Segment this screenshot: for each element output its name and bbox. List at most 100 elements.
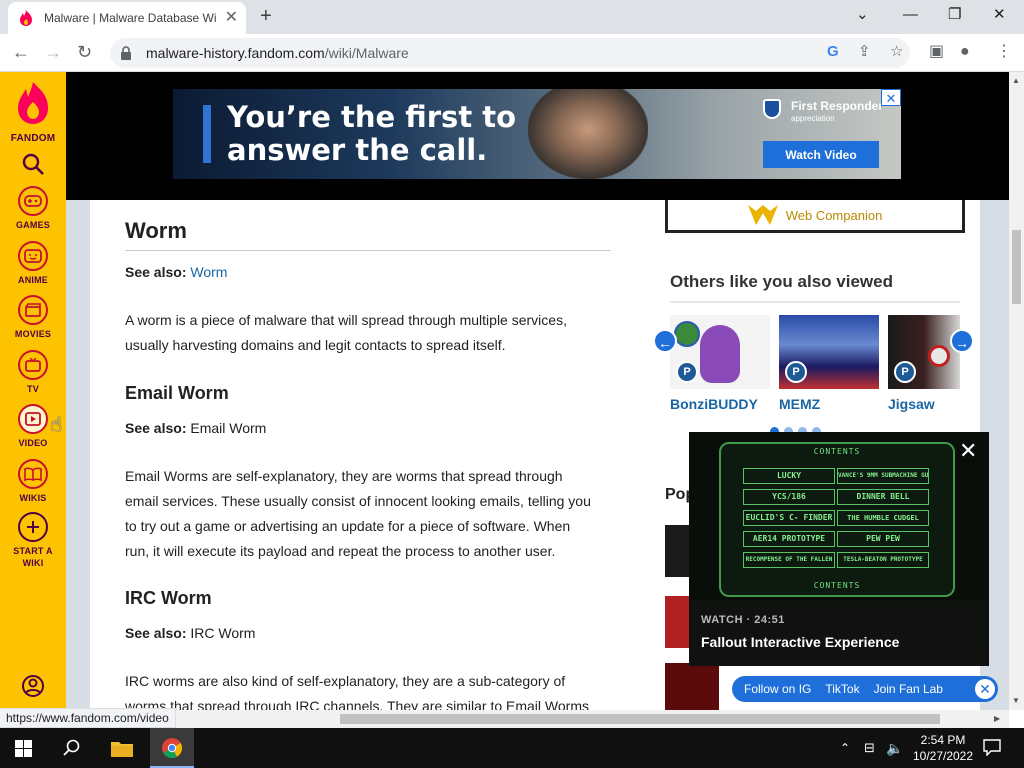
sidebar-item-tv[interactable]: TV [0,350,66,394]
gamepad-icon [18,186,48,216]
windows-start-icon[interactable] [15,740,32,757]
network-icon[interactable]: ⊟ [864,738,875,758]
watch-video-button[interactable]: Watch Video [763,141,879,168]
sidebar-item-movies[interactable]: MOVIES [0,295,66,339]
restore-icon[interactable]: ❐ [948,6,961,24]
worm-link[interactable]: Worm [190,264,227,280]
tab-close-icon[interactable]: ✕ [225,10,238,26]
sidebar-item-wikis[interactable]: WIKIS [0,459,66,503]
video-watch-duration: WATCH · 24:51 [701,614,785,626]
sidebar-item-label: VIDEO [18,438,48,448]
tiktok-link[interactable]: TikTok [825,682,859,696]
vertical-scroll-thumb[interactable] [1012,230,1021,304]
chrome-menu-icon[interactable]: ⋮ [996,42,1012,62]
fan-lab-link[interactable]: Join Fan Lab [874,682,943,696]
sidebar-search[interactable] [0,152,66,181]
card-bonzibuddy[interactable]: P BonziBUDDY [670,315,770,412]
google-lens-icon[interactable]: G [827,43,839,61]
sidebar-start-a-wiki[interactable]: START A WIKI [0,512,66,569]
url-text: malware-history.fandom.com/wiki/Malware [146,45,409,61]
email-para-line: run, it will execute its payload and rep… [125,543,556,559]
new-tab-icon[interactable]: + [260,6,272,26]
forward-icon[interactable]: → [44,42,62,62]
video-menu-item: AER14 PROTOTYPE [743,531,835,547]
status-url-bubble: https://www.fandom.com/video [0,708,176,728]
video-menu-item: THE HUMBLE CUDGEL [837,510,929,526]
tab-search-chevron-icon[interactable]: ⌄ [856,6,869,24]
irc-paragraph: IRC worms are also kind of self-explanat… [125,669,615,710]
scroll-up-icon[interactable]: ▲ [1012,76,1020,85]
video-title[interactable]: Fallout Interactive Experience [701,634,899,650]
sidebar-item-anime[interactable]: ANIME [0,241,66,285]
sidebar-item-games[interactable]: GAMES [0,186,66,230]
sidebar-user[interactable] [0,674,66,703]
wiki-badge-icon: P [894,361,916,383]
tray-chevron-icon[interactable]: ⌃ [840,738,850,758]
memz-thumbnail: P [779,315,879,389]
email-see-also: See also: Email Worm [125,416,615,441]
social-follow-bar: Follow on IG TikTok Join Fan Lab ✕ [732,676,998,702]
fandom-heart-logo-icon [18,82,48,124]
vertical-scrollbar[interactable]: ▲ ▼ [1009,72,1024,710]
scroll-right-icon[interactable]: ▶ [994,714,1000,723]
system-clock[interactable]: 2:54 PM 10/27/2022 [908,732,978,764]
taskbar-search-icon[interactable] [63,739,81,757]
profile-icon[interactable]: ● [960,42,970,62]
lock-icon [121,46,131,60]
url-host: malware-history.fandom.com [146,45,325,61]
volume-icon[interactable]: 🔈 [886,738,903,758]
reload-icon[interactable]: ↻ [77,42,92,62]
irc-para-line: IRC worms are also kind of self-explanat… [125,673,566,689]
horizontal-scroll-thumb[interactable] [340,714,940,724]
ad-close-icon[interactable]: ✕ [881,89,901,106]
video-menu-item: TESLA-BEATON PROTOTYPE [837,552,929,568]
side-panel-icon[interactable]: ▣ [929,42,944,62]
web-companion-logo-icon [747,205,778,225]
browser-tab[interactable]: Malware | Malware Database Wi ✕ [8,2,246,34]
web-companion-banner[interactable]: Web Companion [665,200,965,233]
carousel-prev-icon[interactable]: ← [653,329,677,353]
ad-brand-sub: appreciation [791,114,835,123]
jigsaw-thumbnail: P [888,315,960,389]
chrome-taskbar-button[interactable] [150,728,194,768]
windows-taskbar: ⌃ ⊟ 🔈 2:54 PM 10/27/2022 [0,728,1024,768]
video-contents-bottom: CONTENTS [813,581,861,590]
popular-thumbnail[interactable] [665,663,719,710]
notifications-icon[interactable] [983,739,1001,756]
file-explorer-icon[interactable] [111,739,133,757]
scroll-down-icon[interactable]: ▼ [1012,696,1020,705]
address-bar[interactable]: malware-history.fandom.com/wiki/Malware [110,38,910,68]
back-icon[interactable]: ← [12,42,30,62]
card-jigsaw[interactable]: P Jigsaw [888,315,960,412]
card-title: MEMZ [779,396,821,412]
browser-toolbar: ← → ↻ malware-history.fandom.com/wiki/Ma… [0,34,1024,72]
carousel-next-icon[interactable]: → [950,329,974,353]
video-close-icon[interactable]: ✕ [959,440,977,462]
video-menu-item: YCS/186 [743,489,835,505]
sidebar-item-label: WIKIS [19,493,47,503]
see-also-label: See also: [125,625,187,641]
email-worm-ref: Email Worm [190,420,267,436]
card-memz[interactable]: P MEMZ [779,315,879,412]
fandom-logo[interactable]: FANDOM [0,80,66,144]
see-also-label: See also: [125,264,187,280]
worm-para-line: usually harvesting domains and legit con… [125,337,506,353]
sidebar-item-label: GAMES [15,220,50,230]
user-account-icon [22,675,44,697]
heading-email-worm: Email Worm [125,383,229,403]
minimize-icon[interactable]: — [903,6,918,24]
fandom-sidebar: FANDOM GAMES ANIME MOVIES TV VIDEO WIKIS… [0,72,66,710]
bookmark-star-icon[interactable]: ☆ [890,43,903,61]
ad-headline: You’re the first to answer the call. [227,101,516,167]
sidebar-item-label: ANIME [18,275,48,285]
worm-para-line: A worm is a piece of malware that will s… [125,312,567,328]
first-responder-ad[interactable]: You’re the first to answer the call. Fir… [173,89,901,179]
window-close-icon[interactable]: ✕ [993,6,1006,24]
share-icon[interactable]: ⇪ [858,43,871,61]
irc-see-also: See also: IRC Worm [125,621,615,646]
video-player[interactable]: CONTENTS LUCKY YCS/186 EUCLID'S C- FINDE… [689,432,989,666]
tv-icon [18,350,48,380]
follow-bar-close-icon[interactable]: ✕ [975,679,995,699]
follow-ig-link[interactable]: Follow on IG [744,682,811,696]
wiki-badge-icon: P [785,361,807,383]
